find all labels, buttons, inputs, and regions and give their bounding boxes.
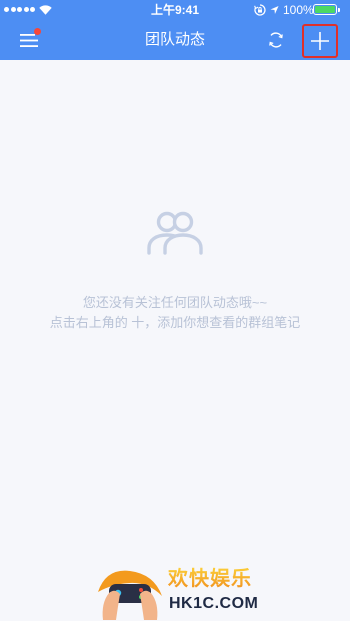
- empty-message: 您还没有关注任何团队动态哦~~: [82, 295, 268, 310]
- battery-icon: [313, 4, 337, 15]
- nav-bar: 团队动态: [0, 20, 350, 60]
- battery-percentage: 100%: [283, 3, 314, 17]
- battery-cap: [338, 7, 340, 12]
- notification-dot: [34, 28, 41, 35]
- add-button[interactable]: [302, 24, 338, 58]
- menu-button[interactable]: [14, 26, 44, 54]
- page-title: 团队动态: [144, 31, 205, 48]
- empty-hint: 点击右上角的 十，添加你想查看的群组笔记: [49, 315, 301, 330]
- group-people-icon: [147, 211, 203, 255]
- plus-icon: [311, 32, 329, 50]
- hamburger-menu-icon: [20, 34, 38, 47]
- app-header: 上午9:41 100% 团队动态: [0, 0, 350, 60]
- battery-fill: [315, 6, 335, 13]
- refresh-icon: [269, 32, 283, 48]
- location-arrow-icon: [270, 5, 279, 15]
- watermark-subtitle: HK1C.COM: [169, 595, 259, 612]
- hands-game-controller-logo: [98, 570, 162, 620]
- refresh-button[interactable]: [264, 28, 288, 52]
- status-bar: 上午9:41 100%: [0, 0, 350, 20]
- rotation-lock-icon: [254, 4, 266, 16]
- watermark-title: 欢快娱乐: [168, 568, 252, 590]
